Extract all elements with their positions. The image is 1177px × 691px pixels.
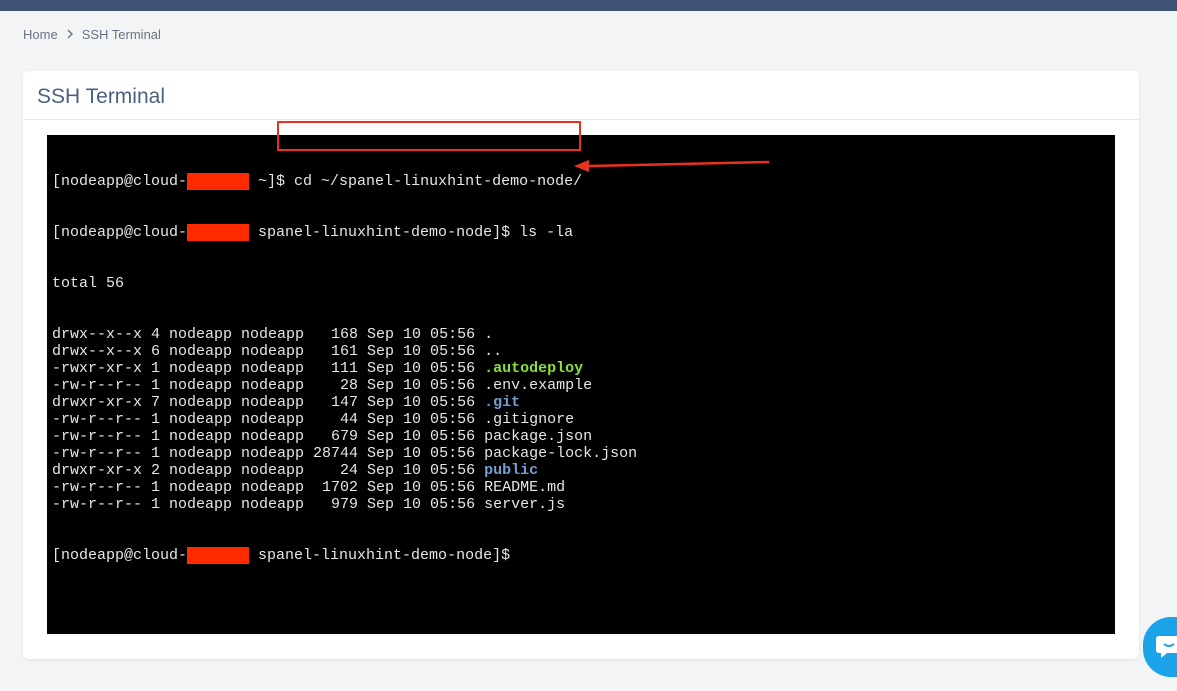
redacted-hostname [187, 173, 250, 190]
file-metadata: -rw-r--r-- 1 nodeapp nodeapp 1702 Sep 10… [52, 479, 485, 496]
breadcrumb-home-link[interactable]: Home [23, 27, 58, 42]
chat-bubble-icon [1156, 636, 1177, 658]
redacted-hostname [187, 547, 250, 564]
file-name: .. [484, 343, 503, 360]
terminal-window[interactable]: [nodeapp@cloud- ~]$ cd ~/spanel-linuxhin… [47, 135, 1115, 634]
listing-row: -rwxr-xr-x 1 nodeapp nodeapp 111 Sep 10 … [52, 360, 637, 377]
page-title: SSH Terminal [37, 85, 165, 108]
prompt-suffix: spanel-linuxhint-demo-node]$ [249, 224, 520, 241]
file-metadata: -rw-r--r-- 1 nodeapp nodeapp 679 Sep 10 … [52, 428, 485, 445]
file-metadata: -rw-r--r-- 1 nodeapp nodeapp 979 Sep 10 … [52, 496, 485, 513]
terminal-line-prompt-2: [nodeapp@cloud- spanel-linuxhint-demo-no… [52, 224, 637, 241]
file-name: README.md [484, 479, 566, 496]
redacted-hostname [187, 224, 250, 241]
chat-button[interactable] [1143, 617, 1177, 677]
file-metadata: -rw-r--r-- 1 nodeapp nodeapp 28744 Sep 1… [52, 445, 485, 462]
listing-row: -rw-r--r-- 1 nodeapp nodeapp 679 Sep 10 … [52, 428, 637, 445]
listing-row: drwx--x--x 4 nodeapp nodeapp 168 Sep 10 … [52, 326, 637, 343]
file-metadata: -rw-r--r-- 1 nodeapp nodeapp 28 Sep 10 0… [52, 377, 485, 394]
directory-listing: drwx--x--x 4 nodeapp nodeapp 168 Sep 10 … [52, 326, 637, 513]
file-metadata: -rw-r--r-- 1 nodeapp nodeapp 44 Sep 10 0… [52, 411, 485, 428]
command-text: cd ~/spanel-linuxhint-demo-node/ [294, 173, 583, 190]
prompt-prefix: [nodeapp@cloud- [52, 547, 188, 564]
file-metadata: drwx--x--x 4 nodeapp nodeapp 168 Sep 10 … [52, 326, 485, 343]
file-name: package.json [484, 428, 593, 445]
terminal-line-prompt-1: [nodeapp@cloud- ~]$ cd ~/spanel-linuxhin… [52, 173, 637, 190]
file-name: .git [484, 394, 521, 411]
command-highlight-box [277, 121, 581, 151]
prompt-suffix: spanel-linuxhint-demo-node]$ [249, 547, 511, 564]
listing-row: -rw-r--r-- 1 nodeapp nodeapp 28744 Sep 1… [52, 445, 637, 462]
listing-row: drwxr-xr-x 2 nodeapp nodeapp 24 Sep 10 0… [52, 462, 637, 479]
listing-row: -rw-r--r-- 1 nodeapp nodeapp 1702 Sep 10… [52, 479, 637, 496]
listing-row: -rw-r--r-- 1 nodeapp nodeapp 979 Sep 10 … [52, 496, 637, 513]
command-text: ls -la [519, 224, 574, 241]
breadcrumb-current: SSH Terminal [81, 26, 161, 42]
ssh-terminal-card: SSH Terminal [nodeapp@cloud- ~]$ cd ~/sp… [23, 71, 1139, 659]
top-navigation-bar [0, 0, 1177, 11]
file-name: . [484, 326, 494, 343]
file-metadata: drwxr-xr-x 7 nodeapp nodeapp 147 Sep 10 … [52, 394, 485, 411]
file-metadata: drwxr-xr-x 2 nodeapp nodeapp 24 Sep 10 0… [52, 462, 485, 479]
listing-row: drwx--x--x 6 nodeapp nodeapp 161 Sep 10 … [52, 343, 637, 360]
listing-row: -rw-r--r-- 1 nodeapp nodeapp 44 Sep 10 0… [52, 411, 637, 428]
file-name: .gitignore [484, 411, 575, 428]
file-name: .autodeploy [484, 360, 584, 377]
terminal-line-prompt-3: [nodeapp@cloud- spanel-linuxhint-demo-no… [52, 547, 637, 564]
file-name: server.js [484, 496, 566, 513]
breadcrumb: Home SSH Terminal [23, 26, 161, 42]
prompt-suffix: ~]$ [249, 173, 295, 190]
prompt-prefix: [nodeapp@cloud- [52, 224, 188, 241]
file-metadata: drwx--x--x 6 nodeapp nodeapp 161 Sep 10 … [52, 343, 485, 360]
file-name: public [484, 462, 539, 479]
listing-row: -rw-r--r-- 1 nodeapp nodeapp 28 Sep 10 0… [52, 377, 637, 394]
file-name: .env.example [484, 377, 593, 394]
terminal-line-total: total 56 [52, 275, 125, 292]
file-name: package-lock.json [484, 445, 638, 462]
terminal-output: [nodeapp@cloud- ~]$ cd ~/spanel-linuxhin… [52, 139, 637, 598]
prompt-prefix: [nodeapp@cloud- [52, 173, 188, 190]
chevron-right-icon [66, 26, 74, 42]
file-metadata: -rwxr-xr-x 1 nodeapp nodeapp 111 Sep 10 … [52, 360, 485, 377]
listing-row: drwxr-xr-x 7 nodeapp nodeapp 147 Sep 10 … [52, 394, 637, 411]
card-divider [23, 119, 1139, 120]
